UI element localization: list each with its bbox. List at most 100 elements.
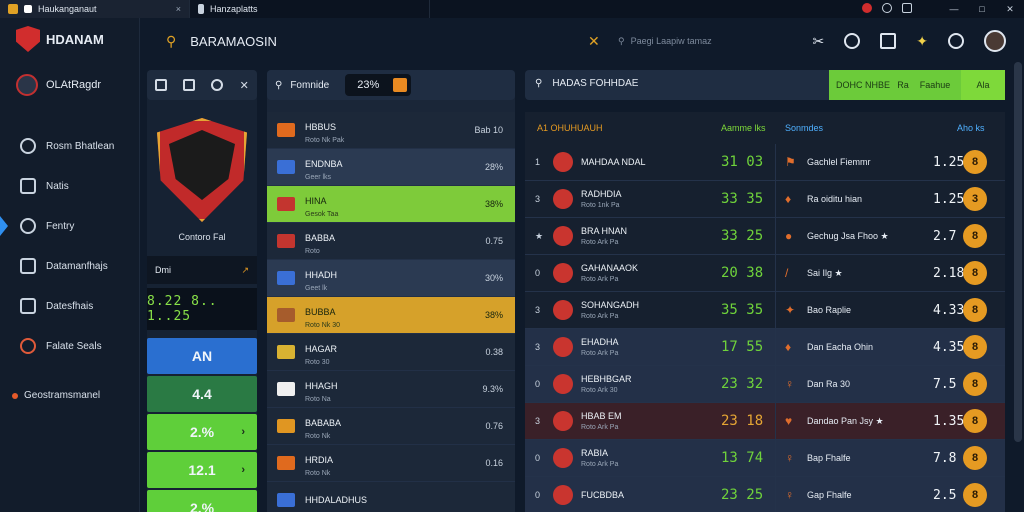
stat-button[interactable]: 2.%	[147, 490, 257, 512]
window-close-button[interactable]: ✕	[996, 4, 1024, 15]
tab-close-icon[interactable]: ×	[176, 4, 181, 14]
list-item[interactable]: ENDNBA Geer lks 28%	[267, 149, 515, 186]
table-row[interactable]: 0 FUCBDBA 23 25 ♀ Gap Fhalfe 2.5 8	[525, 477, 1005, 512]
browser-tab-2[interactable]: Hanzaplatts	[190, 0, 430, 18]
column-header-events[interactable]: Sonmdes	[785, 123, 823, 133]
list-item-sub: Gesok Taa	[305, 210, 339, 218]
filter-button-ra[interactable]: Ra	[897, 70, 909, 100]
table-row[interactable]: 0 RABIA Roto Ark Pa 13 74 ♀ Bap Fhalfe 7.8 8	[525, 440, 1005, 477]
list-item[interactable]: HINA Gesok Taa 38%	[267, 186, 515, 223]
team-link-row[interactable]: Dmi ↗	[147, 256, 257, 284]
profile-avatar[interactable]	[984, 30, 1006, 52]
record-icon[interactable]	[862, 3, 872, 13]
sidebar-item-data[interactable]: Datamanfhajs	[0, 246, 140, 286]
stat-value: 12.1	[188, 462, 216, 478]
results-search-label: HADAS FOHHDAE	[552, 78, 639, 89]
list-item-text: ENDNBA Geer lks	[305, 154, 343, 181]
column-header-odds[interactable]: Aho ks	[957, 123, 985, 133]
sidebar-item-seals[interactable]: Falate Seals	[0, 326, 140, 366]
stat-button[interactable]: 4.4	[147, 376, 257, 412]
tools-icon[interactable]: ✂	[813, 33, 825, 50]
rank-cell: 0	[535, 268, 541, 278]
list-item-name: HRDIA	[305, 454, 334, 465]
odds-badge[interactable]: 8	[963, 298, 987, 322]
sidebar-item-fentry[interactable]: Fentry	[0, 206, 140, 246]
stat-button[interactable]: 2.% ›	[147, 414, 257, 450]
odds-badge[interactable]: 8	[963, 224, 987, 248]
filter-button-secondary[interactable]: Faahue	[909, 70, 961, 100]
search-icon[interactable]	[844, 33, 861, 49]
square-icon[interactable]	[155, 79, 168, 91]
team-name-cell: BRA HNAN	[581, 226, 628, 236]
sidebar-item-overview[interactable]: Rosm Bhatlean	[0, 126, 140, 166]
list-item[interactable]: HHDALADHUS	[267, 482, 515, 512]
odds-badge[interactable]: 8	[963, 372, 987, 396]
results-toolbar: ⚲ HADAS FOHHDAE DOHC NHBE Ra Faahue Ala	[525, 70, 1005, 100]
maximize-button[interactable]: □	[968, 4, 996, 15]
results-search[interactable]: ⚲ HADAS FOHHDAE	[535, 78, 638, 89]
list-item[interactable]: HHAGH Roto Na 9.3%	[267, 371, 515, 408]
sidebar-item-dates[interactable]: Datesfhais	[0, 286, 140, 326]
sidebar-item-stats[interactable]: Natis	[0, 166, 140, 206]
score-cell: 23 18	[721, 413, 764, 429]
odds-badge[interactable]: 3	[963, 187, 987, 211]
odds-cell: 1.25	[933, 154, 965, 170]
table-row[interactable]: 3 RADHDIA Roto 1nk Pa 33 35 ♦ Ra oiditu hian 1…	[525, 181, 1005, 218]
list-item[interactable]: BABABA Roto Nk 0.76	[267, 408, 515, 445]
percentage-filter[interactable]: 23%	[345, 74, 412, 96]
minimize-button[interactable]: —	[940, 4, 968, 15]
table-row[interactable]: 0 GAHANAAOK Roto Ark Pa 20 38 / Sai Ilg ★ 2.18…	[525, 255, 1005, 292]
table-row[interactable]: ★ BRA HNAN Roto Ark Pa 33 25 ● Gechug Jsa Fho…	[525, 218, 1005, 255]
odds-badge[interactable]: 8	[963, 409, 987, 433]
table-row[interactable]: 0 HEBHBGAR Roto Ark 30 23 32 ♀ Dan Ra 30 7.5 8	[525, 366, 1005, 403]
odds-badge[interactable]: 8	[963, 335, 987, 359]
home-icon[interactable]	[211, 79, 224, 91]
list-item-text: HBBUS Roto Nk Pak	[305, 117, 344, 144]
event-cell: Dan Eacha Ohin	[807, 342, 874, 352]
table-row[interactable]: 3 HBAB EM Roto Ark Pa 23 18 ♥ Dandao Pan Jsy …	[525, 403, 1005, 440]
list-item[interactable]: BABBA Roto 0.75	[267, 223, 515, 260]
filter-button-primary[interactable]: DOHC NHBE	[829, 70, 897, 100]
clear-icon[interactable]: ✕	[588, 33, 600, 50]
menu-icon[interactable]	[902, 3, 912, 13]
list-item[interactable]: HBBUS Roto Nk Pak Bab 10	[267, 112, 515, 149]
column-header-team[interactable]: A1 OHUHUAUH	[537, 123, 603, 133]
inbox-icon[interactable]	[880, 33, 897, 49]
info-icon[interactable]	[882, 3, 892, 13]
browser-tab-1[interactable]: Haukanganaut ×	[0, 0, 190, 18]
team-logo-icon	[553, 300, 573, 320]
account-selector[interactable]: OLAtRagdr	[16, 74, 101, 96]
stat-button[interactable]: 12.1 ›	[147, 452, 257, 488]
list-item[interactable]: HAGAR Roto 30 0.38	[267, 334, 515, 371]
search-icon[interactable]: ⚲	[166, 33, 176, 50]
brand-logo[interactable]: HDANAM	[16, 26, 104, 52]
sidebar-footer-item[interactable]: Geostramsmanel	[12, 390, 100, 401]
column-header-score[interactable]: Aamme lks	[721, 123, 766, 133]
stat-button[interactable]: AN	[147, 338, 257, 374]
filter-button-all[interactable]: Ala	[961, 70, 1005, 100]
list-item[interactable]: BUBBA Roto Nk 30 38%	[267, 297, 515, 334]
global-search-input[interactable]: ⚲ Paegi Laapiw tamaz	[618, 36, 712, 47]
collapse-icon[interactable]: ✕	[240, 79, 249, 92]
scrollbar[interactable]	[1014, 62, 1022, 442]
event-cell: Bap Fhalfe	[807, 453, 851, 463]
table-row[interactable]: 1 MAHDAA NDAL 31 03 ⚑ Gachlel Fiemmr 1.25 8	[525, 144, 1005, 181]
team-sub-cell: Roto Ark Pa	[581, 461, 619, 468]
table-body: 1 MAHDAA NDAL 31 03 ⚑ Gachlel Fiemmr 1.25 8 3 RA…	[525, 144, 1005, 512]
user-icon[interactable]	[948, 33, 964, 49]
odds-badge[interactable]: 8	[963, 150, 987, 174]
team-name-cell: RABIA	[581, 448, 609, 458]
image-icon[interactable]	[183, 79, 196, 91]
team-logo-icon	[553, 485, 573, 505]
list-item-name: HAGAR	[305, 343, 338, 354]
odds-badge[interactable]: 8	[963, 483, 987, 507]
list-item[interactable]: HRDIA Roto Nk 0.16	[267, 445, 515, 482]
table-row[interactable]: 3 EHADHA Roto Ark Pa 17 55 ♦ Dan Eacha Ohin 4.…	[525, 329, 1005, 366]
list-item[interactable]: HHADH Geet lk 30%	[267, 260, 515, 297]
table-row[interactable]: 3 SOHANGADH Roto Ark Pa 35 35 ✦ Bao Raplie 4.3…	[525, 292, 1005, 329]
team-flag-icon	[277, 419, 295, 433]
odds-badge[interactable]: 8	[963, 446, 987, 470]
notification-icon[interactable]: ✦	[916, 33, 928, 50]
odds-badge[interactable]: 8	[963, 261, 987, 285]
search-icon[interactable]: ⚲	[275, 80, 282, 91]
